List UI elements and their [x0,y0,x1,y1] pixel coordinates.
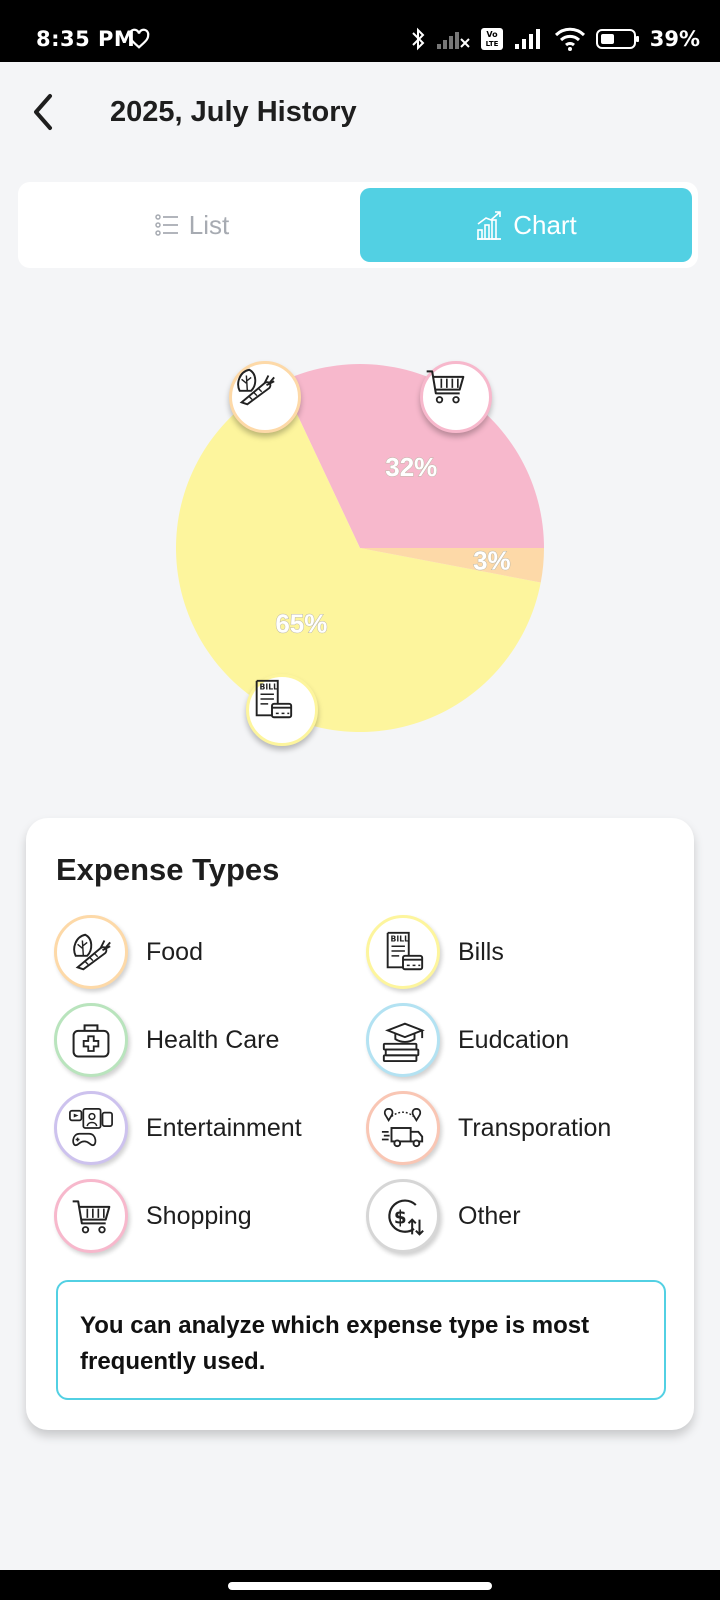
svg-text:$: $ [394,1207,407,1228]
bill-icon: BILL [255,679,293,719]
graduation-books-icon [382,1022,425,1063]
vegetables-icon [237,368,275,406]
status-time: 8:35 PM [36,27,136,51]
bill-icon: BILL [386,931,424,971]
svg-text:BILL: BILL [260,682,279,691]
legend-icon-other: $ [366,1179,440,1253]
legend-icon-bills: BILL [366,915,440,989]
status-bar: 8:35 PM Vo LTE 39% [0,0,720,62]
battery-percent: 39% [649,27,700,51]
tab-list[interactable]: List [24,188,360,262]
legend-label-health-care: Health Care [146,1025,280,1054]
status-icons: Vo LTE 39% [410,24,700,54]
legend-icon-health-care [54,1003,128,1077]
legend-item-shopping[interactable]: Shopping [54,1178,252,1254]
volte-icon: Vo LTE [480,28,503,50]
page-title: 2025, July History [110,96,357,128]
view-toggle: List Chart [18,182,698,268]
legend-icon-education [366,1003,440,1077]
pie-chart-svg: 32% 65% 3% [176,364,544,732]
tab-chart-label: Chart [513,209,577,240]
legend-item-transportation[interactable]: Transporation [366,1090,611,1166]
expense-types-card: Expense Types Food BILL Bills Health Car… [26,818,694,1430]
legend-icon-food [54,915,128,989]
list-icon [155,214,178,236]
bluetooth-icon [412,27,425,51]
legend-icon-entertainment [54,1091,128,1165]
legend-icon-transportation [366,1091,440,1165]
legend-icon-shopping [54,1179,128,1253]
legend-item-entertainment[interactable]: Entertainment [54,1090,302,1166]
vegetables-icon [73,933,111,971]
info-message: You can analyze which expense type is mo… [56,1280,666,1400]
tab-chart[interactable]: Chart [360,188,692,262]
wifi-icon [554,27,585,51]
legend-label-bills: Bills [458,937,504,966]
pie-badge-bills: BILL [246,674,318,746]
legend-label-other: Other [458,1201,521,1230]
expense-pie-chart: 32% 65% 3% BILL [0,340,720,760]
pie-label-food: 3% [473,545,511,575]
svg-text:BILL: BILL [391,934,410,943]
legend-item-education[interactable]: Eudcation [366,1002,569,1078]
pie-badge-food [229,361,301,433]
bar-chart-icon [477,211,502,240]
legend-label-shopping: Shopping [146,1201,252,1230]
legend-item-other[interactable]: $ Other [366,1178,521,1254]
delivery-truck-icon [381,1107,424,1148]
legend-label-entertainment: Entertainment [146,1113,302,1142]
expense-types-title: Expense Types [56,852,280,887]
svg-text:LTE: LTE [485,40,498,48]
legend-item-bills[interactable]: BILL Bills [366,914,504,990]
shopping-cart-icon [426,370,465,404]
tab-list-label: List [188,209,230,240]
pie-label-bills: 65% [275,609,327,639]
pie-badge-shopping [420,361,492,433]
legend-label-education: Eudcation [458,1025,570,1054]
home-indicator[interactable] [228,1582,492,1590]
pie-label-shopping: 32% [385,452,437,482]
medical-kit-icon [72,1024,110,1058]
money-flow-icon: $ [388,1199,424,1236]
legend-label-transportation: Transporation [458,1113,612,1142]
chevron-left-icon [34,94,52,130]
back-button[interactable] [22,90,66,134]
legend-item-health-care[interactable]: Health Care [54,1002,279,1078]
entertainment-icon [69,1107,113,1147]
header: 2025, July History [0,62,720,162]
legend-label-food: Food [146,937,203,966]
battery-icon [595,29,639,49]
heart-icon [128,28,150,49]
shopping-cart-icon [72,1200,111,1234]
svg-text:Vo: Vo [486,30,498,39]
signal-icon [514,29,540,49]
legend-item-food[interactable]: Food [54,914,203,990]
signal-x-icon [436,32,470,49]
